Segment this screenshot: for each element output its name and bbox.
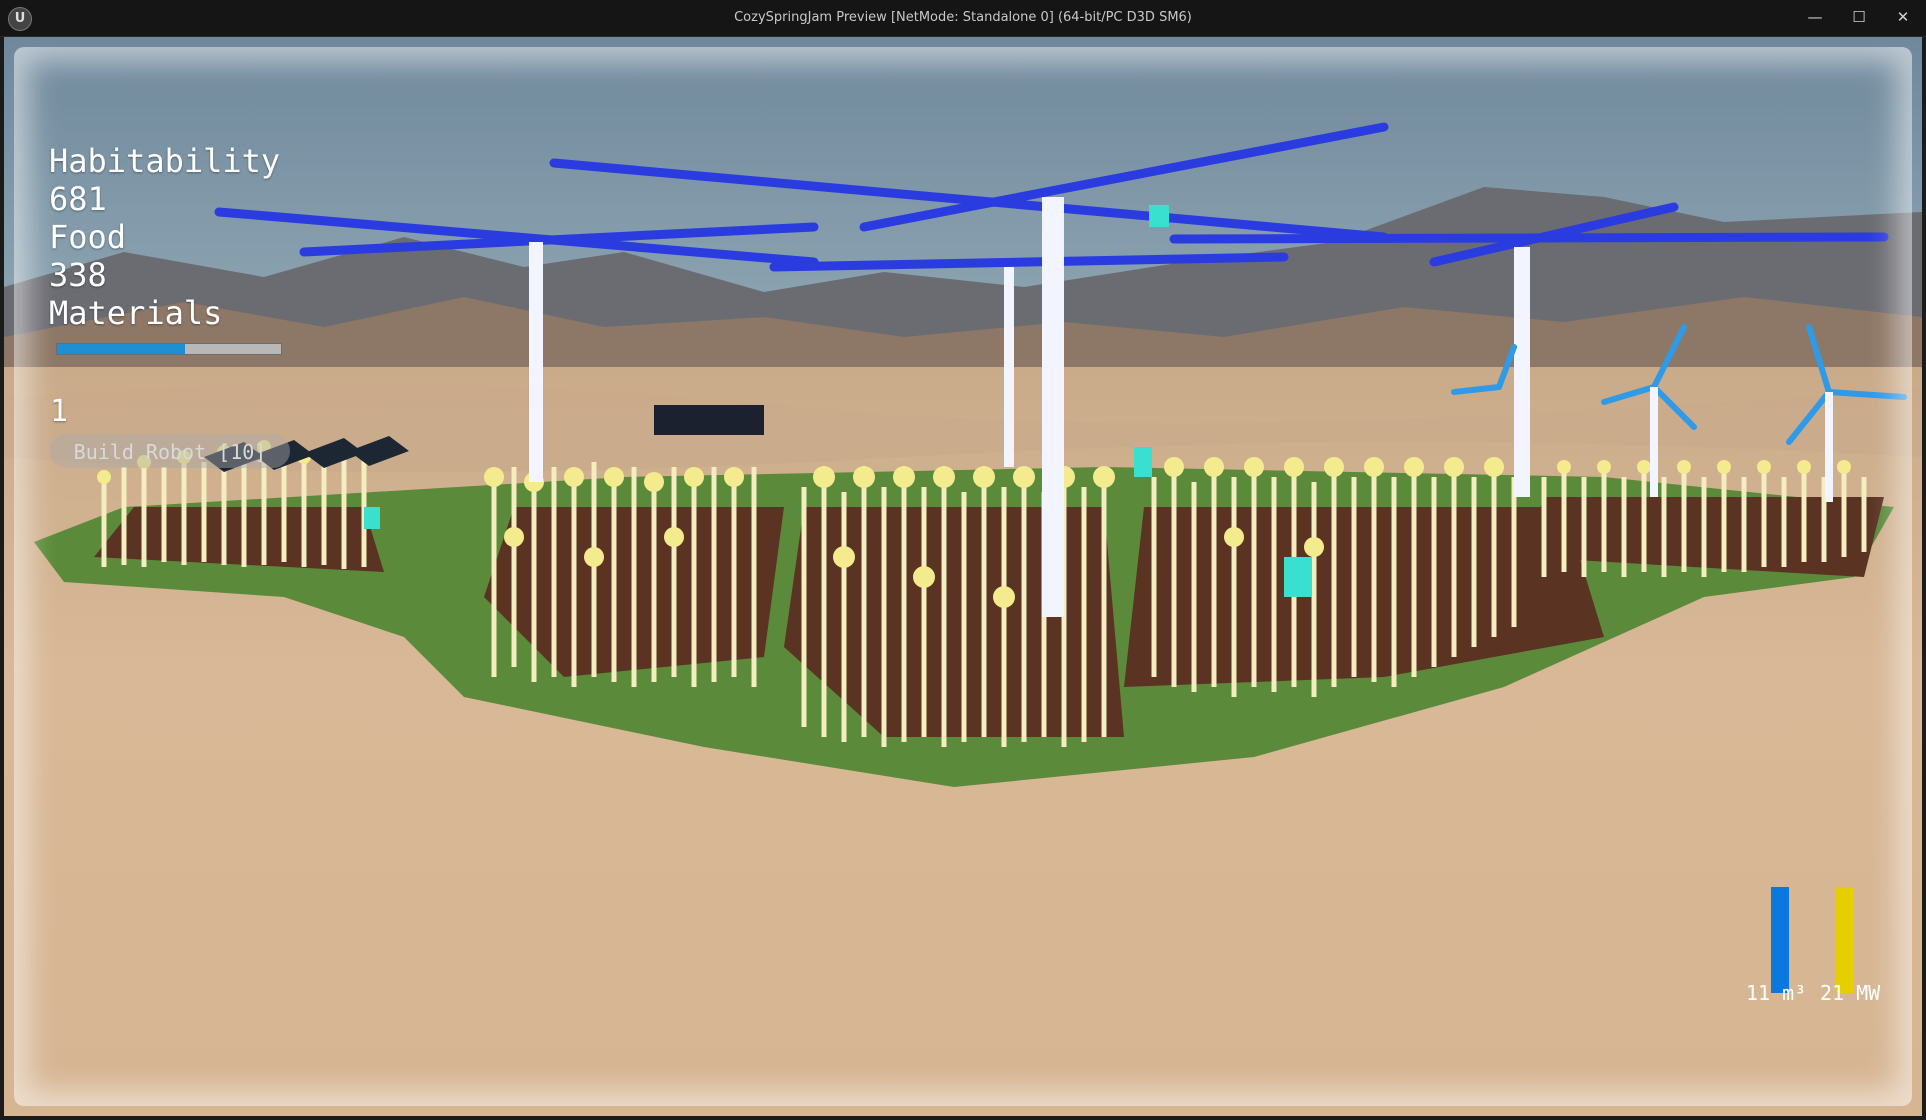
materials-label: Materials [49,294,223,332]
window-title: CozySpringJam Preview [NetMode: Standalo… [734,10,1192,25]
power-gauge [1836,887,1854,993]
minimize-button[interactable]: — [1794,0,1836,36]
habitability-value: 681 [49,180,107,218]
food-label: Food [49,218,127,256]
maximize-button[interactable]: ☐ [1838,0,1880,36]
game-viewport[interactable]: Habitability 681 Food 338 Materials 1 Bu… [4,37,1922,1116]
water-amount: 11 m³ [1746,981,1807,1005]
build-robot-button[interactable]: Build Robot [10] [50,434,290,468]
power-amount: 21 MW [1820,981,1881,1005]
close-button[interactable]: ✕ [1882,0,1924,36]
robot-count: 1 [50,394,69,429]
water-gauge [1771,887,1789,993]
materials-progress-fill [57,344,185,354]
farm-scene[interactable] [4,37,1922,1116]
habitability-label: Habitability [49,142,281,180]
title-bar: U CozySpringJam Preview [NetMode: Standa… [0,0,1926,37]
food-value: 338 [49,256,107,294]
hud-stats: Habitability 681 Food 338 Materials [49,142,280,332]
materials-progress-bar [56,343,282,355]
storage-container [654,405,764,435]
